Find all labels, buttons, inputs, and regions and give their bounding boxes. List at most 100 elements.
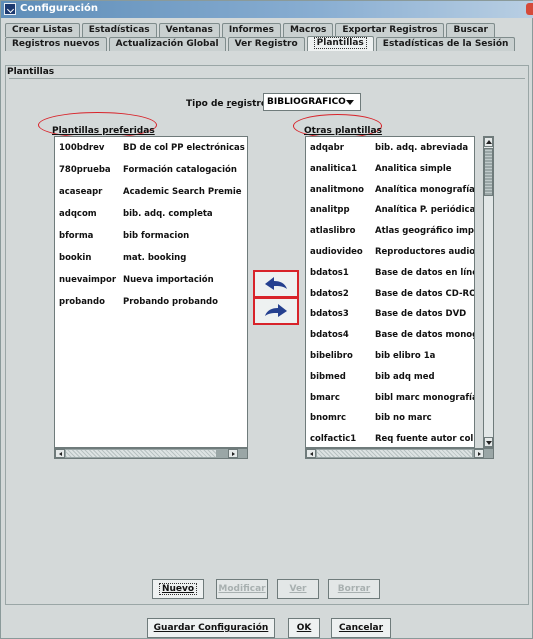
template-description: bib. adq. completa — [123, 209, 213, 219]
configuracion-window: Configuración Crear Listas Estadísticas Ve… — [0, 0, 533, 639]
otras-hscroll[interactable] — [305, 448, 494, 459]
list-item[interactable]: adqcom bib. adq. completa — [55, 203, 247, 225]
template-code: bibmed — [310, 371, 346, 382]
template-code: nuevaimpor — [59, 275, 117, 285]
modificar-button[interactable]: Modificar — [216, 579, 268, 599]
list-item[interactable]: colfactic1 Req fuente autor col fa — [306, 428, 475, 447]
preferidas-label: Plantillas preferidas — [52, 126, 155, 136]
tipo-registro-select[interactable]: BIBLIOGRAFICO — [263, 93, 361, 111]
list-item[interactable]: bookin mat. booking — [55, 247, 247, 269]
tab-label: Exportar Registros — [342, 25, 438, 35]
template-description: bib. adq. abreviada — [375, 143, 469, 153]
otras-vscroll[interactable] — [483, 136, 494, 448]
tab-informes[interactable]: Informes — [221, 23, 281, 37]
tab-exportar-registros[interactable]: Exportar Registros — [335, 23, 445, 37]
template-description: bib elibro 1a — [375, 351, 436, 361]
list-item[interactable]: analitmono Analítica monografía — [306, 179, 474, 201]
scroll-track[interactable] — [66, 450, 216, 457]
tab-estadisticas-de-la-sesion[interactable]: Estadísticas de la Sesión — [375, 37, 516, 51]
list-item[interactable]: bdatos3 Base de datos DVD — [306, 303, 474, 325]
list-item[interactable]: bdatos2 Base de datos CD-ROM — [306, 283, 474, 305]
list-item[interactable]: nuevaimpor Nueva importación — [55, 269, 247, 291]
list-item[interactable]: bforma bib formacion — [55, 225, 247, 247]
tab-row-2: Registros nuevos Actualización Global Ver … — [5, 36, 517, 51]
list-item[interactable]: probando Probando probando — [55, 291, 247, 313]
ok-button[interactable]: OK — [288, 618, 320, 638]
tab-crear-listas[interactable]: Crear Listas — [5, 23, 80, 37]
list-item[interactable]: bnomrc bib no marc — [306, 407, 474, 429]
ver-button[interactable]: Ver — [277, 579, 319, 599]
template-code: analitica1 — [310, 163, 358, 174]
tab-label: Buscar — [453, 25, 488, 35]
move-to-preferidas-button[interactable] — [253, 270, 299, 298]
move-to-otras-button[interactable] — [253, 297, 299, 325]
guardar-configuracion-button[interactable]: Guardar Configuración — [147, 618, 275, 638]
tab-actualizacion-global[interactable]: Actualización Global — [108, 37, 226, 51]
template-description: Base de datos en línea — [375, 267, 475, 278]
panel-title: Plantillas — [7, 67, 55, 77]
nuevo-button[interactable]: Nuevo — [152, 579, 204, 599]
list-item[interactable]: bdatos1 Base de datos en línea — [306, 262, 474, 284]
list-item[interactable]: audiovideo Reproductores audio/v — [306, 241, 474, 263]
scroll-up-icon[interactable] — [484, 137, 493, 147]
scroll-left-icon[interactable] — [55, 449, 65, 458]
template-code: adqabr — [310, 143, 344, 153]
title-bar[interactable]: Configuración — [1, 1, 533, 18]
tab-plantillas[interactable]: Plantillas — [306, 36, 374, 51]
preferidas-list[interactable]: 100bdrev BD de col PP electrónicas 780prue… — [54, 136, 248, 448]
tab-estadisticas[interactable]: Estadísticas — [81, 23, 157, 37]
list-item[interactable]: analitpp Analítica P. periódica — [306, 199, 474, 221]
list-item[interactable]: bdatos4 Base de datos monogr — [306, 324, 474, 346]
scroll-thumb[interactable] — [484, 148, 493, 196]
template-description: bib adq med — [375, 371, 435, 382]
list-item[interactable]: acaseapr Academic Search Premie — [55, 181, 247, 203]
tab-label: Actualización Global — [115, 39, 219, 49]
borrar-button[interactable]: Borrar — [328, 579, 380, 599]
template-description: Nueva importación — [123, 275, 214, 285]
list-item[interactable]: bmarc bibl marc monografías — [306, 387, 474, 409]
template-description: mat. booking — [123, 253, 187, 263]
tab-ver-registro[interactable]: Ver Registro — [227, 37, 305, 51]
window-title: Configuración — [20, 3, 99, 14]
template-description: bib formacion — [123, 231, 190, 241]
template-code: bnomrc — [310, 413, 347, 424]
close-icon[interactable] — [526, 3, 533, 15]
scroll-right-icon[interactable] — [228, 449, 238, 458]
template-description: Analítica monografía — [375, 184, 475, 195]
tab-registros-nuevos[interactable]: Registros nuevos — [5, 37, 107, 51]
template-code: bdatos2 — [310, 288, 349, 299]
tab-label: Ver Registro — [234, 39, 298, 49]
template-description: Probando probando — [123, 297, 218, 307]
list-item[interactable]: analitica1 Analitica simple — [306, 158, 474, 180]
list-item[interactable]: 100bdrev BD de col PP electrónicas — [55, 137, 247, 159]
tab-row-1: Crear Listas Estadísticas Ventanas Informes… — [5, 23, 497, 37]
otras-label: Otras plantillas — [304, 126, 382, 136]
template-description: Academic Search Premie — [123, 187, 242, 197]
template-code: bdatos1 — [310, 267, 349, 278]
tab-ventanas[interactable]: Ventanas — [158, 23, 220, 37]
scroll-track[interactable] — [317, 450, 472, 457]
scroll-down-icon[interactable] — [484, 437, 493, 447]
list-item[interactable]: 780prueba Formación catalogación — [55, 159, 247, 181]
list-item[interactable]: bibelibro bib elibro 1a — [306, 345, 474, 367]
template-code: colfactic1 — [310, 434, 357, 445]
template-description: Formación catalogación — [123, 165, 237, 175]
template-description: Base de datos DVD — [375, 309, 467, 320]
tab-buscar[interactable]: Buscar — [446, 23, 495, 37]
cancelar-button[interactable]: Cancelar — [331, 618, 391, 638]
template-code: bmarc — [310, 392, 340, 403]
tab-label: Registros nuevos — [12, 39, 100, 49]
template-description: bibl marc monografías — [375, 392, 475, 403]
list-item[interactable]: bibmed bib adq med — [306, 366, 474, 388]
otras-list[interactable]: adqabr bib. adq. abreviada analitica1 Anali… — [305, 136, 475, 448]
tab-macros[interactable]: Macros — [282, 23, 334, 37]
scroll-right-icon[interactable] — [474, 449, 484, 458]
tipo-registro-label: Tipo de registro — [186, 99, 268, 109]
preferidas-hscroll[interactable] — [54, 448, 248, 459]
list-item[interactable]: atlaslibro Atlas geográfico impre — [306, 220, 474, 242]
list-item[interactable]: adqabr bib. adq. abreviada — [306, 137, 474, 159]
tipo-registro-value: BIBLIOGRAFICO — [267, 97, 346, 107]
scroll-left-icon[interactable] — [306, 449, 316, 458]
template-description: Req fuente autor col fa — [375, 434, 475, 445]
tab-label: Informes — [228, 25, 274, 35]
